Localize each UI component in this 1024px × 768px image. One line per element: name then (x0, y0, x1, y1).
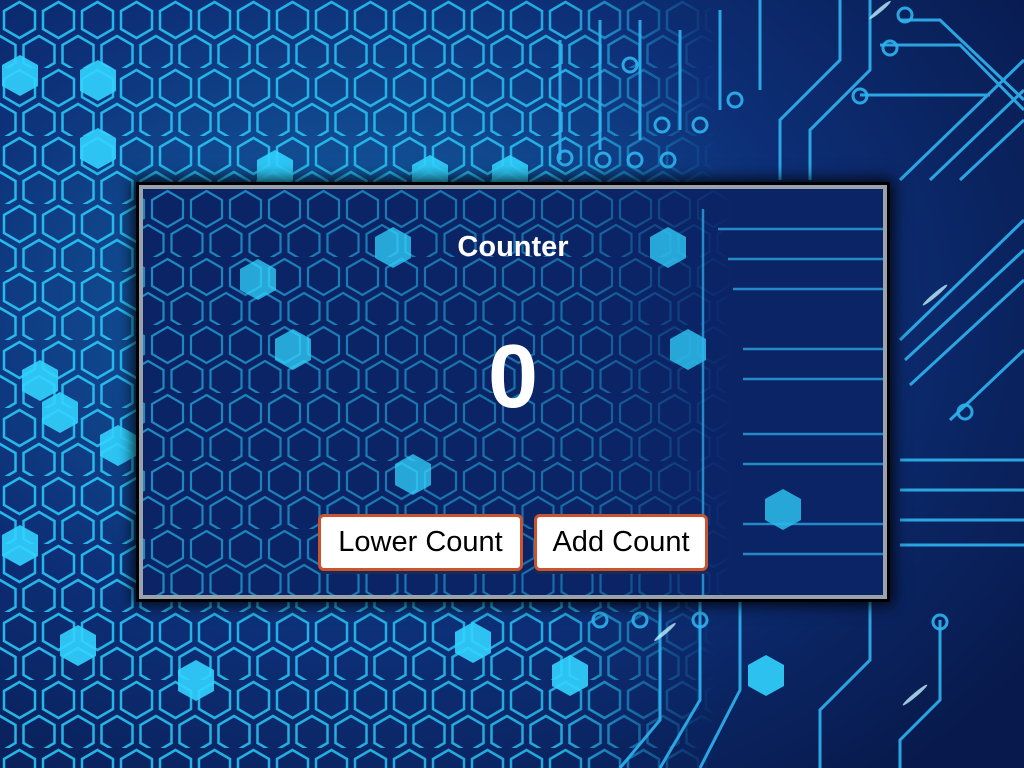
counter-panel: Counter 0 Lower Count Add Count (136, 182, 890, 602)
counter-title: Counter (457, 231, 569, 263)
add-count-button[interactable]: Add Count (534, 514, 708, 571)
counter-value: 0 (487, 327, 539, 427)
lower-count-button[interactable]: Lower Count (318, 514, 523, 571)
